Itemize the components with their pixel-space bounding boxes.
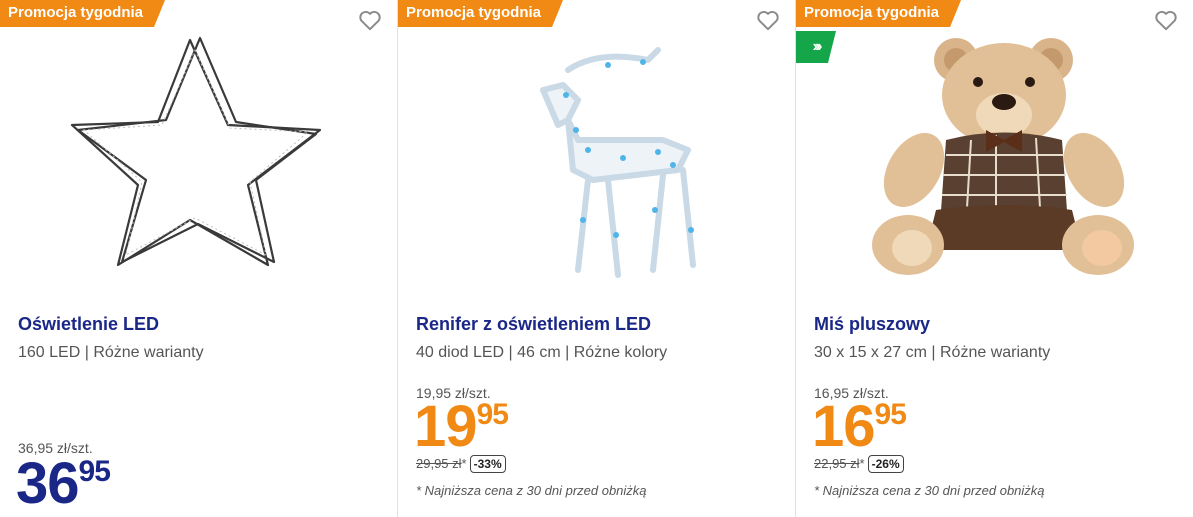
heart-icon[interactable] [1153,7,1179,33]
product-card[interactable]: Promocja tygodnia ››› Miś pluszowy 30 x … [796,0,1193,517]
price-integer: 19 [414,394,478,459]
old-price: 22,95 zł [814,456,860,471]
product-card[interactable]: Promocja tygodnia Renifer z oświetleniem… [398,0,796,517]
price-integer: 36 [16,451,80,516]
promo-badge: Promocja tygodnia [398,0,563,27]
promo-badge: Promocja tygodnia [796,0,961,27]
discount-badge: -33% [469,455,506,473]
price-decimal: 95 [476,398,509,431]
old-price-row: 22,95 zł* -26% [814,455,904,473]
product-card[interactable]: Promocja tygodnia Oświetlenie LED 160 LE… [0,0,398,517]
product-title[interactable]: Renifer z oświetleniem LED [416,314,651,335]
price: 3695 [16,455,111,513]
asterisk: * [461,456,467,471]
lowest-price-note: * Najniższa cena z 30 dni przed obniżką [416,483,647,498]
heart-icon[interactable] [755,7,781,33]
old-price: 29,95 zł [416,456,462,471]
product-image-reindeer[interactable] [448,30,748,290]
double-chevron-right-icon: ››› [796,31,836,63]
price-decimal: 95 [874,398,907,431]
price-decimal: 95 [78,455,111,488]
price: 1995 [414,398,509,456]
asterisk: * [859,456,865,471]
discount-badge: -26% [867,455,904,473]
heart-icon[interactable] [357,7,383,33]
product-image-teddy-bear[interactable] [846,30,1146,290]
price: 1695 [812,398,907,456]
promo-badge: Promocja tygodnia [0,0,165,27]
product-subtitle: 30 x 15 x 27 cm | Różne warianty [814,344,1051,361]
product-subtitle: 160 LED | Różne warianty [18,344,204,361]
product-subtitle: 40 diod LED | 46 cm | Różne kolory [416,344,668,361]
product-grid: Promocja tygodnia Oświetlenie LED 160 LE… [0,0,1193,517]
lowest-price-note: * Najniższa cena z 30 dni przed obniżką [814,483,1045,498]
product-title[interactable]: Oświetlenie LED [18,314,159,335]
price-integer: 16 [812,394,876,459]
old-price-row: 29,95 zł* -33% [416,455,506,473]
product-image-star-led[interactable] [50,30,350,290]
product-title[interactable]: Miś pluszowy [814,314,930,335]
